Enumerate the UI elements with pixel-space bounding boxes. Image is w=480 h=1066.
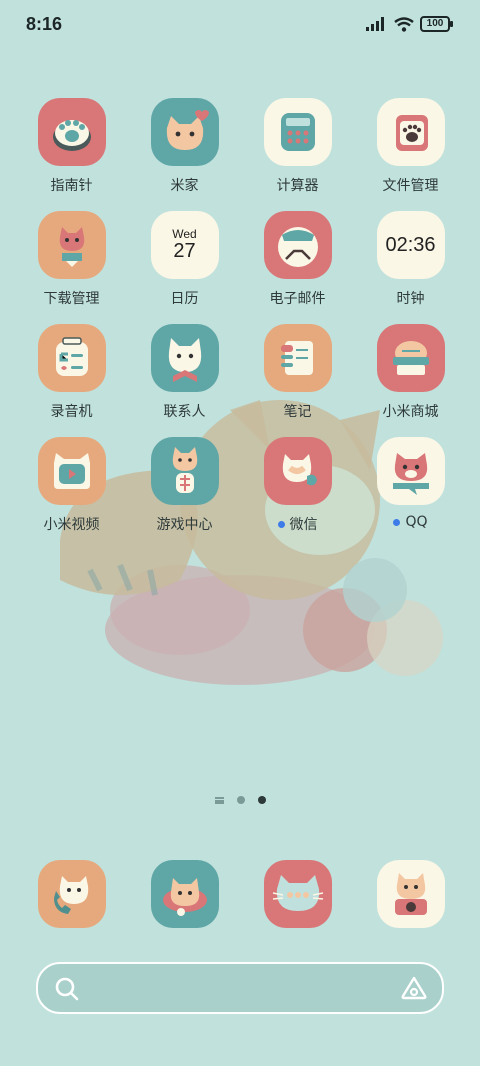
clock-time: 02:36 [385, 233, 436, 256]
app-file-manager[interactable]: 文件管理 [354, 98, 467, 198]
messages-cat-icon [150, 860, 219, 928]
app-compass[interactable]: 指南针 [15, 98, 128, 198]
unread-badge [393, 518, 401, 526]
app-notes[interactable]: 笔记 [241, 324, 354, 424]
game-cat-icon [150, 437, 219, 505]
page-indicator[interactable] [0, 796, 480, 804]
cat-heart-icon [150, 98, 219, 166]
app-grid: 指南针 米家 计算器 文件管理 下载管理 Wed 27 日历 电子邮件 02:3… [15, 98, 467, 537]
status-icons: 100 [366, 16, 453, 32]
app-mijia[interactable]: 米家 [128, 98, 241, 198]
dock-phone[interactable] [15, 860, 128, 930]
app-clock[interactable]: 02:36 时钟 [354, 211, 467, 311]
app-game-center[interactable]: 游戏中心 [128, 437, 241, 537]
app-label: 时钟 [396, 291, 425, 307]
signal-icon [366, 17, 384, 31]
app-download-manager[interactable]: 下载管理 [15, 211, 128, 311]
minus-one-screen-icon[interactable] [214, 796, 224, 804]
store-icon [376, 324, 445, 392]
app-calendar[interactable]: Wed 27 日历 [128, 211, 241, 311]
clock-icon: 02:36 [376, 211, 445, 279]
mail-icon [263, 211, 332, 279]
app-email[interactable]: 电子邮件 [241, 211, 354, 311]
page-dot-active[interactable] [257, 796, 266, 804]
recorder-icon [37, 324, 106, 392]
app-mi-store[interactable]: 小米商城 [354, 324, 467, 424]
search-icon[interactable] [54, 976, 80, 1002]
status-time: 8:16 [26, 14, 63, 34]
app-mi-video[interactable]: 小米视频 [15, 437, 128, 537]
dock-messages[interactable] [128, 860, 241, 930]
folder-paw-icon [376, 98, 445, 166]
dock [15, 860, 467, 930]
app-label: 小米商城 [382, 404, 439, 420]
app-wechat[interactable]: 微信 [241, 437, 354, 537]
page-dot[interactable] [236, 796, 245, 804]
unread-badge [277, 520, 285, 528]
phone-cat-icon [37, 860, 106, 928]
app-label: 小米视频 [43, 517, 100, 533]
app-label: 计算器 [276, 178, 319, 194]
app-label: 文件管理 [382, 178, 439, 194]
qq-cat-icon [376, 437, 445, 505]
video-icon [37, 437, 106, 505]
battery-icon: 100 [420, 16, 453, 32]
calendar-icon: Wed 27 [150, 211, 219, 279]
voice-assistant-icon[interactable] [400, 975, 428, 1001]
contacts-cat-icon [150, 324, 219, 392]
browser-cat-icon [263, 860, 332, 928]
app-label: 日历 [170, 291, 199, 307]
download-cat-icon [37, 211, 106, 279]
app-calculator[interactable]: 计算器 [241, 98, 354, 198]
camera-cat-icon [376, 860, 445, 928]
calendar-weekday: Wed [172, 227, 197, 241]
search-bar[interactable] [36, 962, 444, 1014]
app-label: QQ [405, 514, 428, 530]
app-label: 指南针 [50, 178, 93, 194]
app-recorder[interactable]: 录音机 [15, 324, 128, 424]
app-label: 录音机 [50, 404, 93, 420]
paw-compass-icon [37, 98, 106, 166]
app-label: 微信 [289, 517, 318, 533]
app-label: 笔记 [283, 404, 312, 420]
status-bar: 8:16 100 [0, 0, 480, 50]
app-label: 联系人 [163, 404, 206, 420]
calendar-date: 27 [173, 240, 196, 262]
app-label: 游戏中心 [156, 517, 213, 533]
dock-browser[interactable] [241, 860, 354, 930]
notes-icon [263, 324, 332, 392]
app-qq[interactable]: QQ [354, 437, 467, 537]
wifi-icon [394, 16, 414, 32]
dock-camera[interactable] [354, 860, 467, 930]
calculator-icon [263, 98, 332, 166]
app-label: 下载管理 [43, 291, 100, 307]
app-contacts[interactable]: 联系人 [128, 324, 241, 424]
app-label: 电子邮件 [269, 291, 326, 307]
app-label: 米家 [170, 178, 199, 194]
wechat-cat-icon [263, 437, 332, 505]
